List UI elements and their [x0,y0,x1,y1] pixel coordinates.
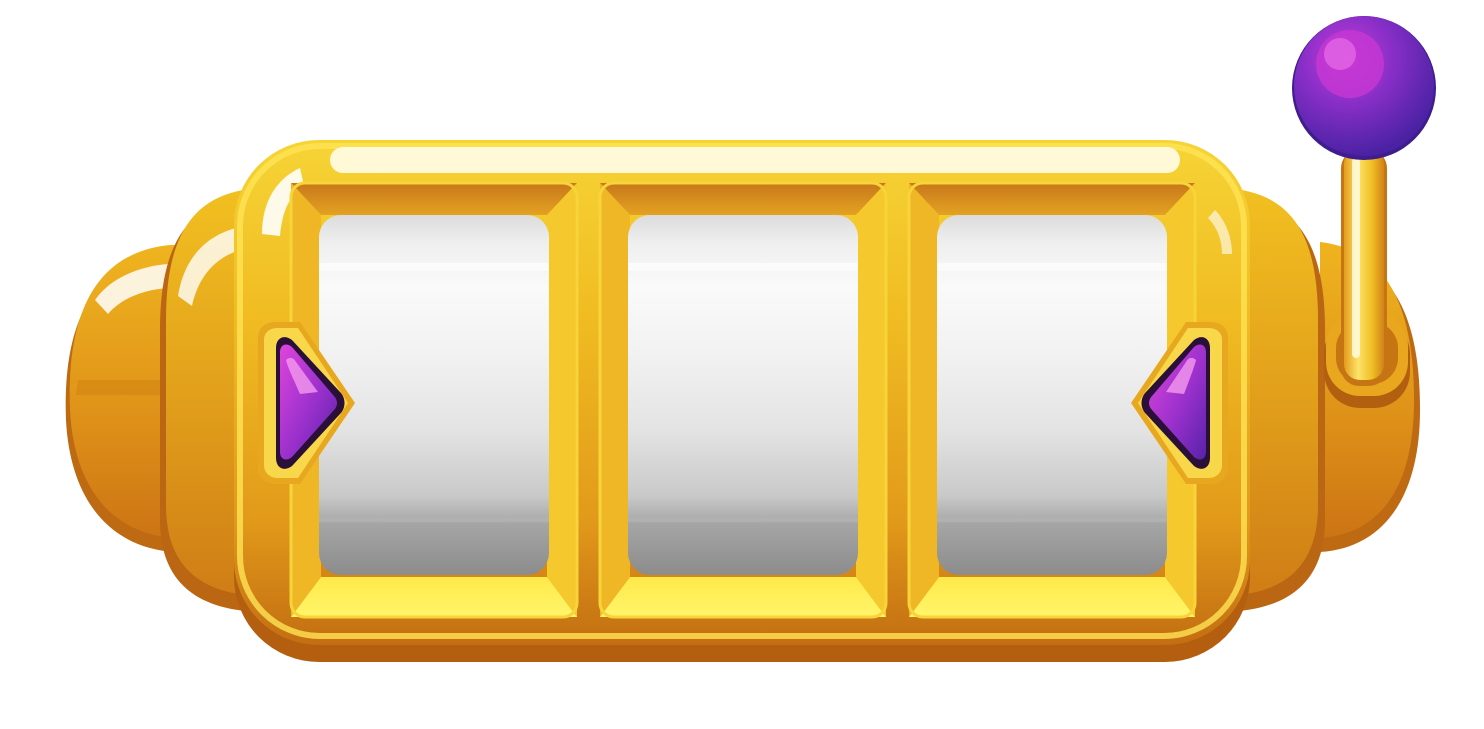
reel-frame-left [600,183,630,617]
reel-shine [937,263,1167,271]
slot-machine-scene [65,16,1436,662]
reel-frame-bottom [291,577,577,617]
reel-frame-right [856,183,886,617]
reel-band [319,518,549,522]
reel-band [937,518,1167,522]
lever-rod [1341,148,1387,386]
reel-area [289,181,1197,619]
reel-frame-right [547,183,577,617]
left-outer-cap [65,245,175,552]
reel-shine [628,263,858,271]
reel-window-2 [598,181,888,619]
reel-frame-top [909,183,1195,215]
lever-icon[interactable] [1292,16,1436,160]
reel-frame-top [291,183,577,215]
reel-frame-bottom [600,577,886,617]
reel-frame-top [600,183,886,215]
reel-band [628,518,858,522]
reel-frame-bottom [909,577,1195,617]
reel-shine [319,263,549,271]
reel-frame-left [909,183,939,617]
